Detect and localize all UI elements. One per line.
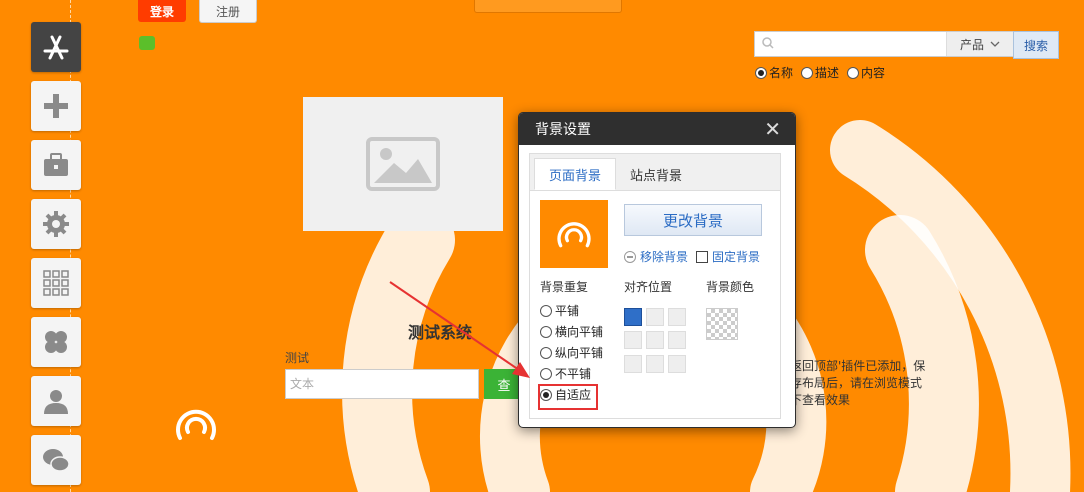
align-center[interactable] — [646, 331, 664, 350]
repeat-options: 平铺 横向平铺 纵向平铺 不平铺 自适应 — [538, 300, 603, 410]
tab-site-background[interactable]: 站点背景 — [620, 158, 692, 190]
repeat-label: 背景重复 — [540, 280, 589, 294]
radio-button[interactable] — [847, 66, 860, 79]
top-panel-tab[interactable] — [474, 0, 622, 13]
tab-page-background[interactable]: 页面背景 — [534, 158, 616, 190]
search-category-value: 产品 — [959, 37, 984, 52]
align-bottom-right[interactable] — [668, 354, 686, 373]
repeat-option-tile[interactable]: 平铺 — [540, 300, 603, 321]
align-bottom-center[interactable] — [646, 354, 664, 373]
search-category-select[interactable]: 产品 — [946, 32, 1013, 56]
grid-icon — [43, 270, 69, 296]
radio-button[interactable] — [540, 304, 552, 317]
color-label: 背景颜色 — [706, 280, 755, 294]
gear-icon — [43, 211, 69, 237]
sidebar-add[interactable] — [31, 81, 81, 131]
search-scope-name[interactable]: 名称 — [755, 64, 793, 81]
radio-button[interactable] — [755, 66, 767, 79]
wechat-login-icon[interactable] — [139, 36, 155, 50]
search-box[interactable]: 产品 — [754, 31, 1014, 57]
wechat-icon — [43, 449, 70, 472]
search-scope-description[interactable]: 描述 — [801, 64, 839, 81]
broadcast-logo-icon — [557, 222, 591, 248]
align-middle-left[interactable] — [624, 331, 642, 350]
background-settings-dialog: 背景设置 ✕ 页面背景 站点背景 更改背景 移除背景 固定背景 背景重复 对齐位… — [518, 112, 796, 428]
remove-background-link[interactable]: 移除背景 — [640, 248, 688, 265]
align-middle-right[interactable] — [668, 331, 686, 350]
dialog-title: 背景设置 — [535, 122, 591, 138]
dialog-header: 背景设置 ✕ — [519, 113, 795, 145]
user-icon — [44, 390, 68, 414]
clover-icon — [45, 331, 67, 353]
repeat-option-none[interactable]: 不平铺 — [540, 363, 603, 384]
system-title: 测试系统 — [408, 323, 473, 342]
sidebar-wechat[interactable] — [31, 435, 81, 485]
radio-button[interactable] — [801, 66, 814, 79]
toolbox-icon — [44, 153, 68, 176]
plugin-notice: 返回顶部'插件已添加，保存布局后，请在浏览模式下查看效果 — [790, 359, 926, 407]
register-button[interactable]: 注册 — [199, 0, 257, 23]
repeat-option-horizontal[interactable]: 横向平铺 — [540, 321, 603, 342]
search-icon — [762, 37, 774, 49]
chevron-down-icon — [990, 41, 1000, 47]
image-icon — [366, 137, 440, 191]
radio-button[interactable] — [540, 346, 552, 359]
image-placeholder[interactable] — [303, 97, 503, 231]
background-actions: 移除背景 固定背景 — [624, 248, 760, 265]
search-scope-options: 名称 描述 内容 — [755, 64, 885, 81]
radio-button[interactable] — [540, 325, 552, 338]
radio-button[interactable] — [540, 367, 552, 380]
minus-circle-icon — [624, 250, 636, 263]
align-bottom-left[interactable] — [624, 354, 642, 373]
dialog-tabs: 页面背景 站点背景 — [530, 154, 780, 191]
search-button[interactable]: 搜索 — [1013, 31, 1059, 59]
sidebar-toolbox[interactable] — [31, 140, 81, 190]
fixed-background-label[interactable]: 固定背景 — [712, 248, 760, 265]
field-label: 测试 — [285, 351, 310, 365]
alignment-grid — [624, 308, 690, 374]
text-input[interactable]: 文本 — [285, 369, 479, 399]
background-color-picker[interactable] — [706, 308, 738, 340]
login-button[interactable]: 登录 — [138, 0, 186, 22]
align-top-left[interactable] — [624, 308, 642, 326]
highlight-box — [538, 384, 598, 410]
sidebar-modules[interactable] — [31, 317, 81, 367]
sidebar-app-store[interactable] — [31, 22, 81, 72]
background-preview[interactable] — [540, 200, 608, 268]
change-background-button[interactable]: 更改背景 — [624, 204, 762, 236]
broadcast-logo-icon — [176, 409, 216, 440]
plus-icon — [44, 94, 68, 118]
close-icon[interactable]: ✕ — [764, 119, 781, 139]
search-scope-content[interactable]: 内容 — [847, 64, 885, 81]
sidebar-grid[interactable] — [31, 258, 81, 308]
fixed-background-checkbox[interactable] — [696, 250, 709, 263]
align-label: 对齐位置 — [624, 280, 673, 294]
align-top-right[interactable] — [668, 308, 686, 326]
sidebar-user[interactable] — [31, 376, 81, 426]
app-store-icon — [43, 35, 69, 60]
repeat-option-vertical[interactable]: 纵向平铺 — [540, 342, 603, 363]
align-top-center[interactable] — [646, 308, 664, 326]
sidebar-settings[interactable] — [31, 199, 81, 249]
dialog-body: 页面背景 站点背景 更改背景 移除背景 固定背景 背景重复 对齐位置 背景颜色 … — [529, 153, 781, 419]
